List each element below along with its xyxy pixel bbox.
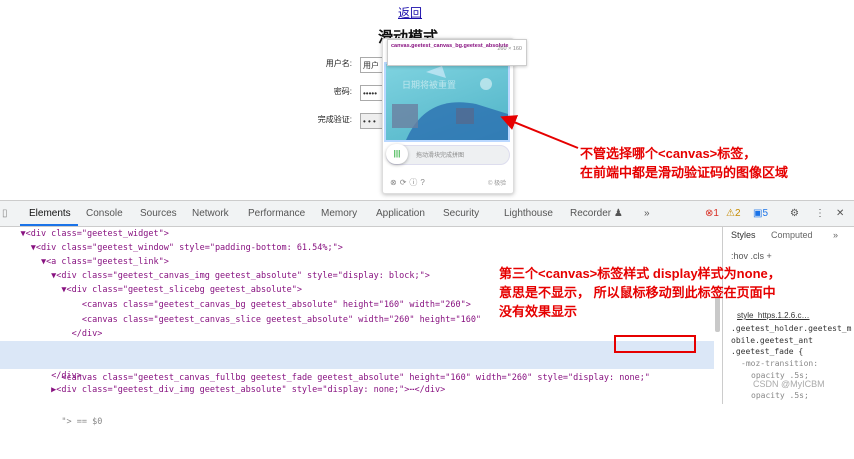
dom-line[interactable]: </div> xyxy=(0,369,714,384)
dom-line[interactable]: ▼<div class="geetest_window" style="padd… xyxy=(0,241,714,256)
tab-security[interactable]: Security xyxy=(443,208,479,219)
tooltip-class: canvas.geetest_canvas_bg.geetest_absolut… xyxy=(391,43,509,49)
dom-line-canvas-fullbg-selected[interactable]: <canvas class="geetest_canvas_fullbg gee… xyxy=(0,341,714,427)
annotation-bottom-line1: 第三个<canvas>标签样式 display样式为none， xyxy=(499,266,781,281)
annotation-bottom-line2: 意思是不显示， 所以鼠标移动到此标签在页面中 xyxy=(499,285,776,300)
annotation-bottom-line3: 没有效果显示 xyxy=(499,304,578,319)
settings-gear-icon[interactable]: ⚙ xyxy=(790,208,799,219)
style-rule-selector-2: .geetest_fade { xyxy=(731,347,804,356)
devtools-tabbar: ▯ Elements Console Sources Network Perfo… xyxy=(0,201,854,227)
warning-count: 2 xyxy=(734,208,741,219)
tab-computed[interactable]: Computed xyxy=(771,230,813,240)
styles-filter[interactable]: :hov .cls + xyxy=(731,251,772,261)
tooltip-size: 260 × 160 xyxy=(497,46,522,52)
tab-performance[interactable]: Performance xyxy=(248,208,305,219)
tab-recorder[interactable]: Recorder ♟ xyxy=(570,208,623,219)
error-count: 1 xyxy=(713,208,719,219)
display-none-highlight xyxy=(614,335,696,353)
tab-application[interactable]: Application xyxy=(376,208,425,219)
tab-console[interactable]: Console xyxy=(86,208,123,219)
annotation-top-line1: 不管选择哪个<canvas>标签， xyxy=(580,146,757,161)
arrow-to-captcha xyxy=(500,115,579,149)
watermark: CSDN @MyICBM xyxy=(753,379,825,389)
annotation-top-line2: 在前端中都是滑动验证码的图像区域 xyxy=(580,165,789,180)
dom-line[interactable]: ▼<div class="geetest_widget"> xyxy=(0,227,714,242)
tab-styles[interactable]: Styles xyxy=(731,230,756,240)
tab-lighthouse[interactable]: Lighthouse xyxy=(504,208,553,219)
inspect-icon[interactable]: ▯ xyxy=(2,208,8,219)
element-tooltip: canvas.geetest_canvas_bg.geetest_absolut… xyxy=(387,39,527,66)
dom-line[interactable]: </div> xyxy=(0,327,714,342)
warning-badge[interactable]: ⚠2 xyxy=(726,208,741,219)
close-devtools-icon[interactable]: ✕ xyxy=(836,208,844,219)
kebab-menu-icon[interactable]: ⋮ xyxy=(815,208,825,219)
tab-memory[interactable]: Memory xyxy=(321,208,357,219)
tab-sources[interactable]: Sources xyxy=(140,208,177,219)
more-styles-tabs-icon[interactable]: » xyxy=(833,230,838,240)
dom-line[interactable]: ▶<div class="geetest_div_img geetest_abs… xyxy=(0,383,714,398)
error-badge[interactable]: ⊗1 xyxy=(705,208,719,219)
style-prop-value-2: opacity .5s; xyxy=(751,391,809,400)
active-tab-indicator xyxy=(20,224,78,226)
style-rule-selector: .geetest_holder.geetest_mobile.geetest_a… xyxy=(731,324,852,345)
tab-network[interactable]: Network xyxy=(192,208,229,219)
info-badge[interactable]: ▣5 xyxy=(753,208,768,219)
annotation-bottom: 第三个<canvas>标签样式 display样式为none， 意思是不显示， … xyxy=(499,264,839,321)
annotation-top: 不管选择哪个<canvas>标签， 在前端中都是滑动验证码的图像区域 xyxy=(580,144,788,182)
more-tabs-icon[interactable]: » xyxy=(644,208,650,219)
tab-elements[interactable]: Elements xyxy=(29,208,71,219)
style-prop: -moz-transition: xyxy=(741,359,819,368)
info-count: 5 xyxy=(762,208,769,219)
